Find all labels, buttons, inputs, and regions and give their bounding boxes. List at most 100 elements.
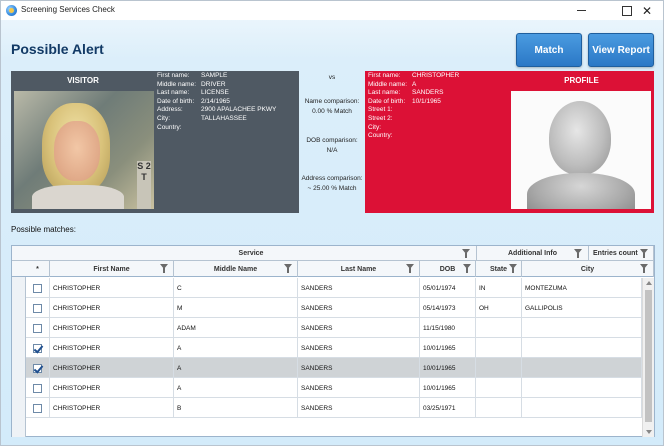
dob-cell: 05/01/1974 <box>420 278 476 298</box>
visitor-label-middle: Middle name: <box>157 80 197 88</box>
column-dob[interactable]: DOB <box>420 261 476 277</box>
row-checkbox[interactable] <box>33 323 42 333</box>
visitor-photo: S 2 T <box>14 91 154 209</box>
row-select-cell[interactable] <box>26 298 50 318</box>
app-globe-icon <box>6 5 17 16</box>
dob-comparison-label: DOB comparison: <box>306 137 358 144</box>
table-row[interactable]: CHRISTOPHER M SANDERS 05/14/1973 OH GALLIPOLI… <box>26 298 642 318</box>
row-select-cell[interactable] <box>26 398 50 418</box>
row-select-cell[interactable] <box>26 318 50 338</box>
matches-grid: Service Additional Info Entries count * … <box>11 245 655 437</box>
first-name-cell: CHRISTOPHER <box>50 338 174 358</box>
table-row[interactable]: CHRISTOPHER ADAM SANDERS 11/15/1980 <box>26 318 642 338</box>
row-checkbox[interactable] <box>33 283 42 293</box>
view-report-button[interactable]: View Report <box>588 33 654 67</box>
scroll-up-icon[interactable] <box>646 281 652 285</box>
group-header-row: Service Additional Info Entries count <box>12 246 654 261</box>
last-name-cell: SANDERS <box>298 318 420 338</box>
row-select-cell[interactable] <box>26 278 50 298</box>
visitor-city: TALLAHASSEE <box>201 114 247 122</box>
row-select-cell[interactable] <box>26 338 50 358</box>
profile-placeholder-avatar <box>511 91 651 209</box>
table-row[interactable]: CHRISTOPHER A SANDERS 10/01/1965 <box>26 378 642 398</box>
state-cell <box>476 358 522 378</box>
group-service-label: Service <box>238 250 264 257</box>
state-cell: IN <box>476 278 522 298</box>
table-row[interactable]: CHRISTOPHER A SANDERS 10/01/1965 <box>26 358 642 378</box>
visitor-address: 2900 APALACHEE PKWY <box>201 106 277 114</box>
column-header-row: * First Name Middle Name Last Name DOB S… <box>12 261 654 277</box>
filter-icon[interactable] <box>509 264 517 273</box>
photo-side-text: S 2 T <box>137 161 151 209</box>
name-comparison-value: 0.00 % Match <box>312 108 352 115</box>
group-entries-count-label: Entries count <box>593 250 638 257</box>
close-button[interactable]: ✕ <box>631 1 663 20</box>
visitor-first-name: SAMPLE <box>201 72 228 79</box>
profile-label-first: First name: <box>368 72 401 79</box>
visitor-middle-name: DRIVER <box>201 80 226 88</box>
row-select-cell[interactable] <box>26 378 50 398</box>
middle-name-cell: M <box>174 298 298 318</box>
filter-icon[interactable] <box>463 264 471 273</box>
filter-icon[interactable] <box>284 264 292 273</box>
column-middle-name-label: Middle Name <box>213 265 258 273</box>
column-city[interactable]: City <box>522 261 654 277</box>
filter-icon[interactable] <box>574 249 582 258</box>
last-name-cell: SANDERS <box>298 378 420 398</box>
middle-name-cell: B <box>174 398 298 418</box>
comparison-column: vs Name comparison: 0.00 % Match DOB com… <box>299 71 365 213</box>
row-select-cell[interactable] <box>26 358 50 378</box>
column-city-label: City <box>580 265 595 273</box>
dob-comparison-value: N/A <box>326 147 338 154</box>
group-header-entries-count[interactable]: Entries count <box>589 246 654 261</box>
column-first-name[interactable]: First Name <box>50 261 174 277</box>
row-checkbox[interactable] <box>33 403 42 413</box>
column-state[interactable]: State <box>476 261 522 277</box>
dob-cell: 11/15/1980 <box>420 318 476 338</box>
select-all-header[interactable]: * <box>26 261 50 277</box>
filter-icon[interactable] <box>640 249 648 258</box>
select-all-marker: * <box>36 265 39 273</box>
row-checkbox[interactable] <box>33 343 42 353</box>
state-cell: OH <box>476 298 522 318</box>
filter-icon[interactable] <box>640 264 648 273</box>
scroll-down-icon[interactable] <box>646 430 652 434</box>
filter-icon[interactable] <box>406 264 414 273</box>
filter-icon[interactable] <box>462 249 470 258</box>
profile-label-last: Last name: <box>368 89 401 97</box>
visitor-panel: VISITOR S 2 T First name: Middle name: L… <box>11 71 299 213</box>
minimize-button[interactable] <box>565 1 597 20</box>
column-middle-name[interactable]: Middle Name <box>174 261 298 277</box>
vertical-scrollbar[interactable] <box>642 278 654 437</box>
grid-indent-strip <box>12 261 26 437</box>
vs-label: vs <box>328 74 336 81</box>
table-row[interactable]: CHRISTOPHER B SANDERS 03/25/1971 <box>26 398 642 418</box>
profile-middle-name: A <box>412 80 417 88</box>
row-checkbox[interactable] <box>33 303 42 313</box>
match-button[interactable]: Match <box>516 33 582 67</box>
dob-cell: 05/14/1973 <box>420 298 476 318</box>
profile-label-country: Country: <box>368 132 393 140</box>
column-last-name[interactable]: Last Name <box>298 261 420 277</box>
city-cell <box>522 378 642 398</box>
filter-icon[interactable] <box>160 264 168 273</box>
profile-label-street1: Street 1: <box>368 106 393 114</box>
scrollbar-thumb[interactable] <box>645 290 652 422</box>
row-checkbox[interactable] <box>33 383 42 393</box>
profile-panel: PROFILE First name: Middle name: Last na… <box>365 71 654 213</box>
group-header-additional-info[interactable]: Additional Info <box>477 246 589 261</box>
first-name-cell: CHRISTOPHER <box>50 398 174 418</box>
visitor-label-dob: Date of birth: <box>157 97 195 105</box>
first-name-cell: CHRISTOPHER <box>50 298 174 318</box>
dob-cell: 10/01/1965 <box>420 338 476 358</box>
state-cell <box>476 338 522 358</box>
state-cell <box>476 318 522 338</box>
group-header-service[interactable]: Service <box>26 246 477 261</box>
last-name-cell: SANDERS <box>298 338 420 358</box>
table-row[interactable]: CHRISTOPHER A SANDERS 10/01/1965 <box>26 338 642 358</box>
table-row[interactable]: CHRISTOPHER C SANDERS 05/01/1974 IN MONTEZUMA <box>26 278 642 298</box>
first-name-cell: CHRISTOPHER <box>50 378 174 398</box>
row-checkbox[interactable] <box>33 363 42 373</box>
city-cell <box>522 318 642 338</box>
profile-heading: PROFILE <box>564 76 599 85</box>
